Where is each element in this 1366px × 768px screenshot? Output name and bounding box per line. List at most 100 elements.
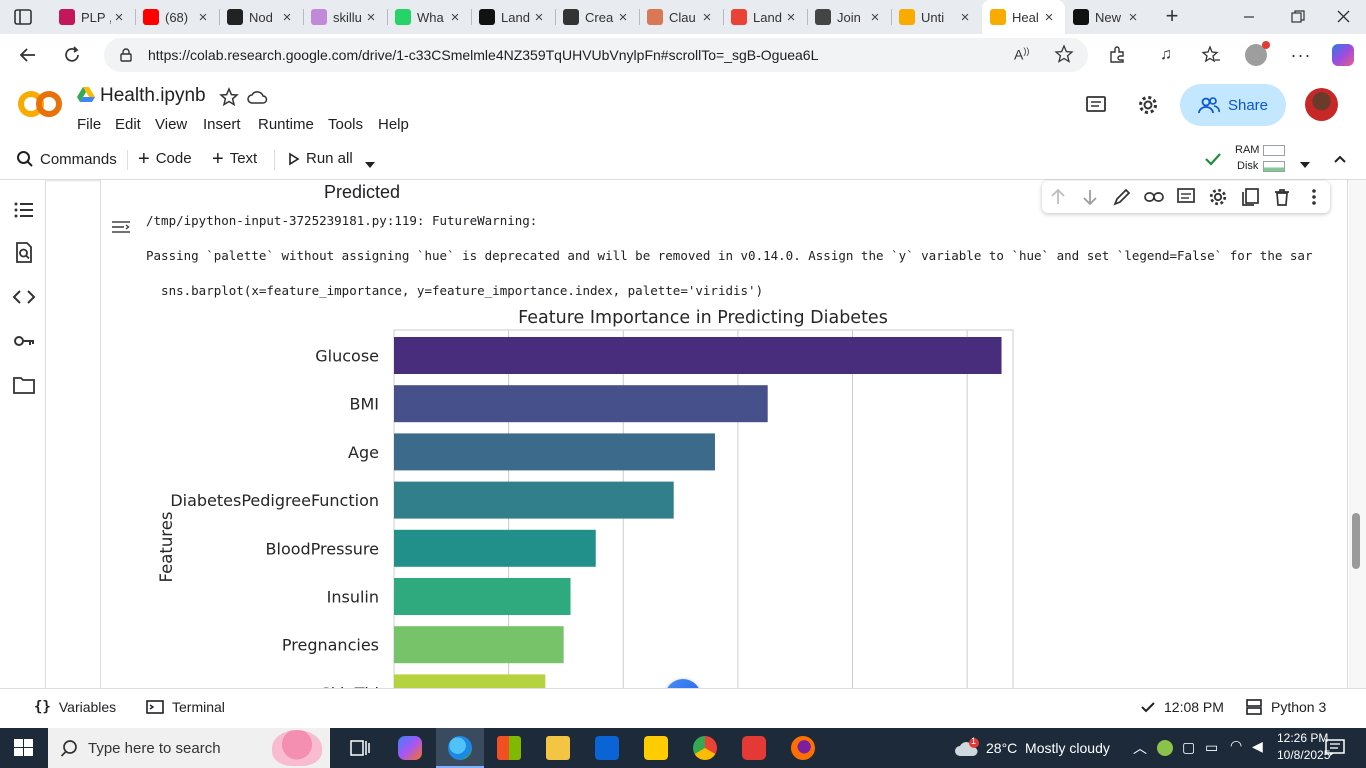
meet-now-icon[interactable]: ▢ [1182,739,1195,756]
browser-tab[interactable]: Join × [807,0,891,34]
favorite-star-icon[interactable] [1054,44,1074,67]
weather-text[interactable]: 28°C Mostly cloudy [986,740,1110,756]
browser-tab[interactable]: Land × [723,0,807,34]
mtn-app-icon[interactable] [644,736,668,760]
taskbar-search-box[interactable]: Type here to search [48,728,330,768]
notebook-title[interactable]: Health.ipynb [100,85,206,107]
variables-button[interactable]: {} Variables [34,699,116,715]
microsoft-store-icon[interactable] [497,736,521,760]
comments-icon[interactable] [1085,94,1107,121]
tab-close-icon[interactable]: × [1041,9,1057,26]
file-explorer-icon[interactable] [546,736,570,760]
read-aloud-icon[interactable]: A)) [1014,46,1029,63]
kernel-button[interactable]: Python 3 [1245,699,1326,715]
restore-button[interactable] [1288,8,1308,26]
firefox-icon[interactable] [791,736,815,760]
tab-close-icon[interactable]: × [699,9,715,26]
tab-close-icon[interactable]: × [1125,9,1141,26]
extensions-icon[interactable] [1102,40,1132,70]
user-avatar[interactable] [1305,88,1338,121]
disk-label[interactable]: Disk [1237,160,1258,172]
menu-help[interactable]: Help [378,116,409,133]
profile-avatar-icon[interactable] [1241,40,1271,70]
media-icon[interactable]: ♫ [1151,40,1181,70]
notification-center-icon[interactable] [1325,739,1345,762]
tray-chevron-icon[interactable]: ︿ [1133,738,1147,758]
move-up-icon[interactable] [1048,187,1068,207]
collapse-chevron-icon[interactable] [1332,152,1348,171]
browser-tab[interactable]: New × [1065,0,1149,34]
close-window-button[interactable] [1334,8,1354,26]
menu-view[interactable]: View [155,116,187,133]
tab-close-icon[interactable]: × [447,9,463,26]
task-view-icon[interactable] [348,736,372,760]
table-of-contents-icon[interactable] [12,198,36,222]
star-icon[interactable] [219,87,239,112]
copilot-icon[interactable] [1328,40,1358,70]
menu-runtime[interactable]: Runtime [258,116,314,133]
notebook-scrollbar-thumb[interactable] [1352,513,1360,569]
browser-tab[interactable]: Nod × [219,0,303,34]
files-folder-icon[interactable] [12,373,36,397]
edge-browser-icon[interactable] [448,736,472,760]
settings-more-icon[interactable]: ··· [1286,40,1316,70]
battery-icon[interactable]: ▭ [1205,739,1218,756]
add-code-button[interactable]: + Code [138,149,192,169]
output-toggle-icon[interactable] [111,218,131,241]
comment-icon[interactable] [1176,187,1196,207]
copilot-app-icon[interactable] [398,736,422,760]
cell-settings-gear-icon[interactable] [1208,187,1228,207]
browser-tab[interactable]: Heal × [982,0,1065,34]
new-tab-button[interactable]: + [1160,5,1184,29]
tab-close-icon[interactable]: × [111,9,127,26]
gear-icon[interactable] [1137,94,1159,121]
chrome-icon[interactable] [693,736,717,760]
run-all-button[interactable]: Run all [288,150,353,167]
edit-pencil-icon[interactable] [1112,187,1132,207]
back-button[interactable] [13,40,43,70]
volume-icon[interactable]: ◀︎ [1252,738,1263,755]
drive-icon[interactable] [77,87,95,103]
favorites-icon[interactable] [1196,40,1226,70]
disk-meter[interactable] [1263,161,1285,172]
reload-button[interactable] [57,40,87,70]
tray-app-icon[interactable] [1157,740,1173,756]
cloud-saved-icon[interactable] [246,88,268,111]
resource-dropdown-icon[interactable] [1299,156,1311,174]
browser-tab[interactable]: Crea × [555,0,639,34]
browser-tab[interactable]: Wha × [387,0,471,34]
share-button[interactable]: Share [1180,84,1286,126]
code-snippets-icon[interactable] [12,285,36,309]
mirror-cell-icon[interactable] [1240,187,1260,207]
ram-meter[interactable] [1263,145,1285,156]
menu-insert[interactable]: Insert [203,116,241,133]
windows-start-icon[interactable] [14,739,34,762]
notebook-scrollbar[interactable] [1349,180,1366,688]
tab-close-icon[interactable]: × [363,9,379,26]
browser-tab[interactable]: skillu × [303,0,387,34]
add-text-button[interactable]: + Text [212,149,257,169]
more-vert-icon[interactable] [1304,187,1324,207]
taskbar-time[interactable]: 12:26 PM [1277,731,1328,745]
browser-tab[interactable]: Clau × [639,0,723,34]
wifi-icon[interactable]: ◠ [1230,737,1242,754]
menu-edit[interactable]: Edit [115,116,141,133]
tab-close-icon[interactable]: × [867,9,883,26]
tab-close-icon[interactable]: × [531,9,547,26]
tab-close-icon[interactable]: × [957,9,973,26]
lock-icon[interactable] [118,47,134,63]
tab-close-icon[interactable]: × [783,9,799,26]
browser-tab[interactable]: (68) × [135,0,219,34]
tab-close-icon[interactable]: × [279,9,295,26]
weather-icon[interactable]: 1 [954,736,980,758]
delete-trash-icon[interactable] [1272,187,1292,207]
taskbar-date[interactable]: 10/8/2025 [1277,748,1330,762]
outlook-icon[interactable] [595,736,619,760]
tab-close-icon[interactable]: × [615,9,631,26]
wps-office-icon[interactable] [742,736,766,760]
menu-tools[interactable]: Tools [328,116,363,133]
tab-actions-icon[interactable] [14,9,32,25]
url-bar[interactable]: https://colab.research.google.com/drive/… [104,38,1088,72]
commands-button[interactable]: Commands [16,150,117,168]
browser-tab[interactable]: Unti × [891,0,981,34]
